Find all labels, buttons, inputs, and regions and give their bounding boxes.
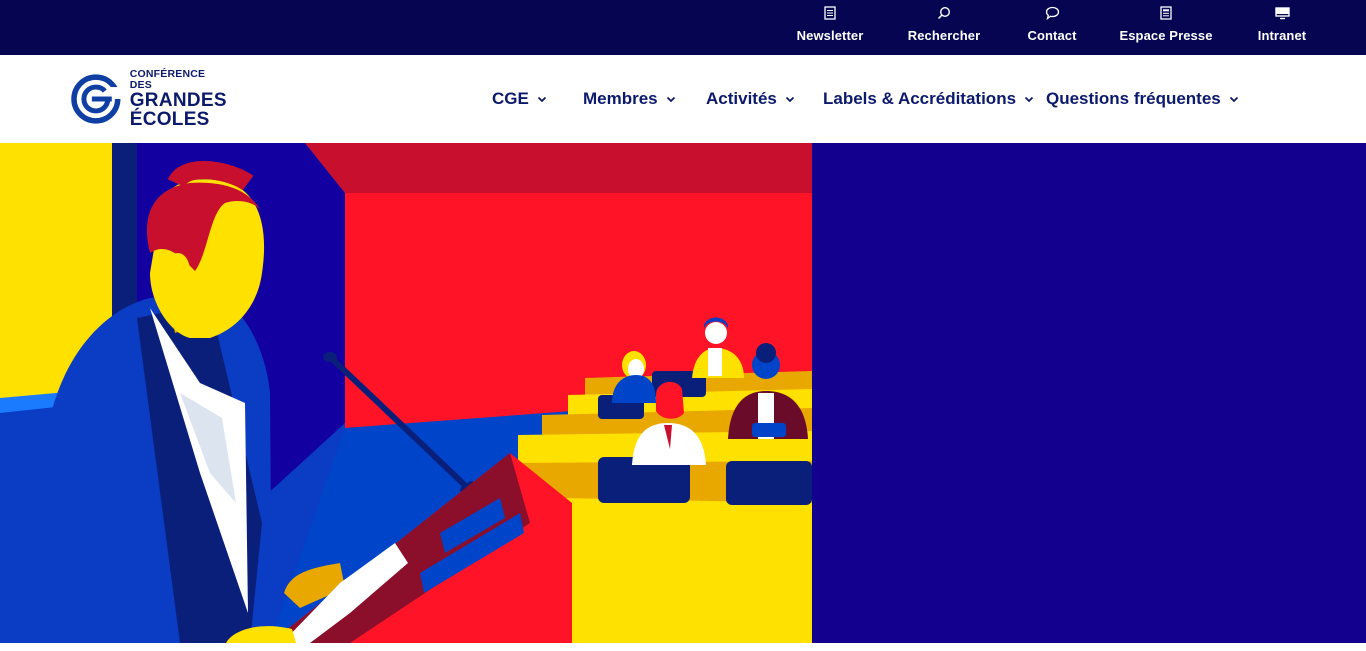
conference-illustration: [0, 143, 812, 643]
top-link-label: Intranet: [1257, 28, 1307, 43]
chevron-down-icon: [1229, 94, 1239, 104]
nav-item-label: Labels & Accréditations: [823, 89, 1017, 108]
nav-item-label: CGE: [492, 89, 529, 108]
nav-item-faq[interactable]: Questions fréquentes: [1046, 55, 1239, 143]
top-link-press[interactable]: Espace Presse: [1119, 0, 1212, 55]
document-icon: [1158, 5, 1174, 21]
top-link-search[interactable]: Rechercher: [908, 0, 980, 55]
top-link-newsletter[interactable]: Newsletter: [797, 0, 863, 55]
top-link-intranet[interactable]: Intranet: [1255, 0, 1309, 55]
nav-item-label: Membres: [583, 89, 658, 108]
top-utility-bar: Newsletter Rechercher Contact Espace Pre…: [0, 0, 1366, 55]
main-navigation: CONFÉRENCE DES GRANDES ÉCOLES CGE Membre…: [0, 55, 1366, 143]
logo-line-2: GRANDES: [129, 90, 227, 111]
top-link-label: Contact: [1027, 28, 1077, 43]
chevron-down-icon: [666, 94, 676, 104]
newsletter-icon: [822, 5, 838, 21]
monitor-icon: [1274, 5, 1290, 21]
nav-item-membres[interactable]: Membres: [583, 55, 676, 143]
hero-banner: [0, 143, 1366, 643]
top-link-contact[interactable]: Contact: [1027, 0, 1077, 55]
chat-bubble-icon: [1044, 5, 1060, 21]
nav-item-cge[interactable]: CGE: [492, 55, 547, 143]
logo-wordmark: CONFÉRENCE DES GRANDES ÉCOLES: [130, 69, 230, 129]
chevron-down-icon: [537, 94, 547, 104]
nav-item-labels[interactable]: Labels & Accréditations: [823, 55, 1034, 143]
nav-item-label: Questions fréquentes: [1046, 89, 1221, 108]
search-icon: [936, 5, 952, 21]
chevron-down-icon: [785, 94, 795, 104]
site-logo[interactable]: CONFÉRENCE DES GRANDES ÉCOLES: [70, 69, 230, 129]
logo-line-1: CONFÉRENCE DES: [129, 68, 206, 91]
chevron-down-icon: [1024, 94, 1034, 104]
logo-line-3: ÉCOLES: [129, 109, 210, 130]
top-link-label: Newsletter: [796, 28, 864, 43]
nav-item-label: Activités: [706, 89, 777, 108]
cge-logo-icon: [71, 74, 122, 124]
top-link-label: Espace Presse: [1119, 28, 1213, 43]
top-link-label: Rechercher: [907, 28, 981, 43]
nav-item-activites[interactable]: Activités: [706, 55, 795, 143]
